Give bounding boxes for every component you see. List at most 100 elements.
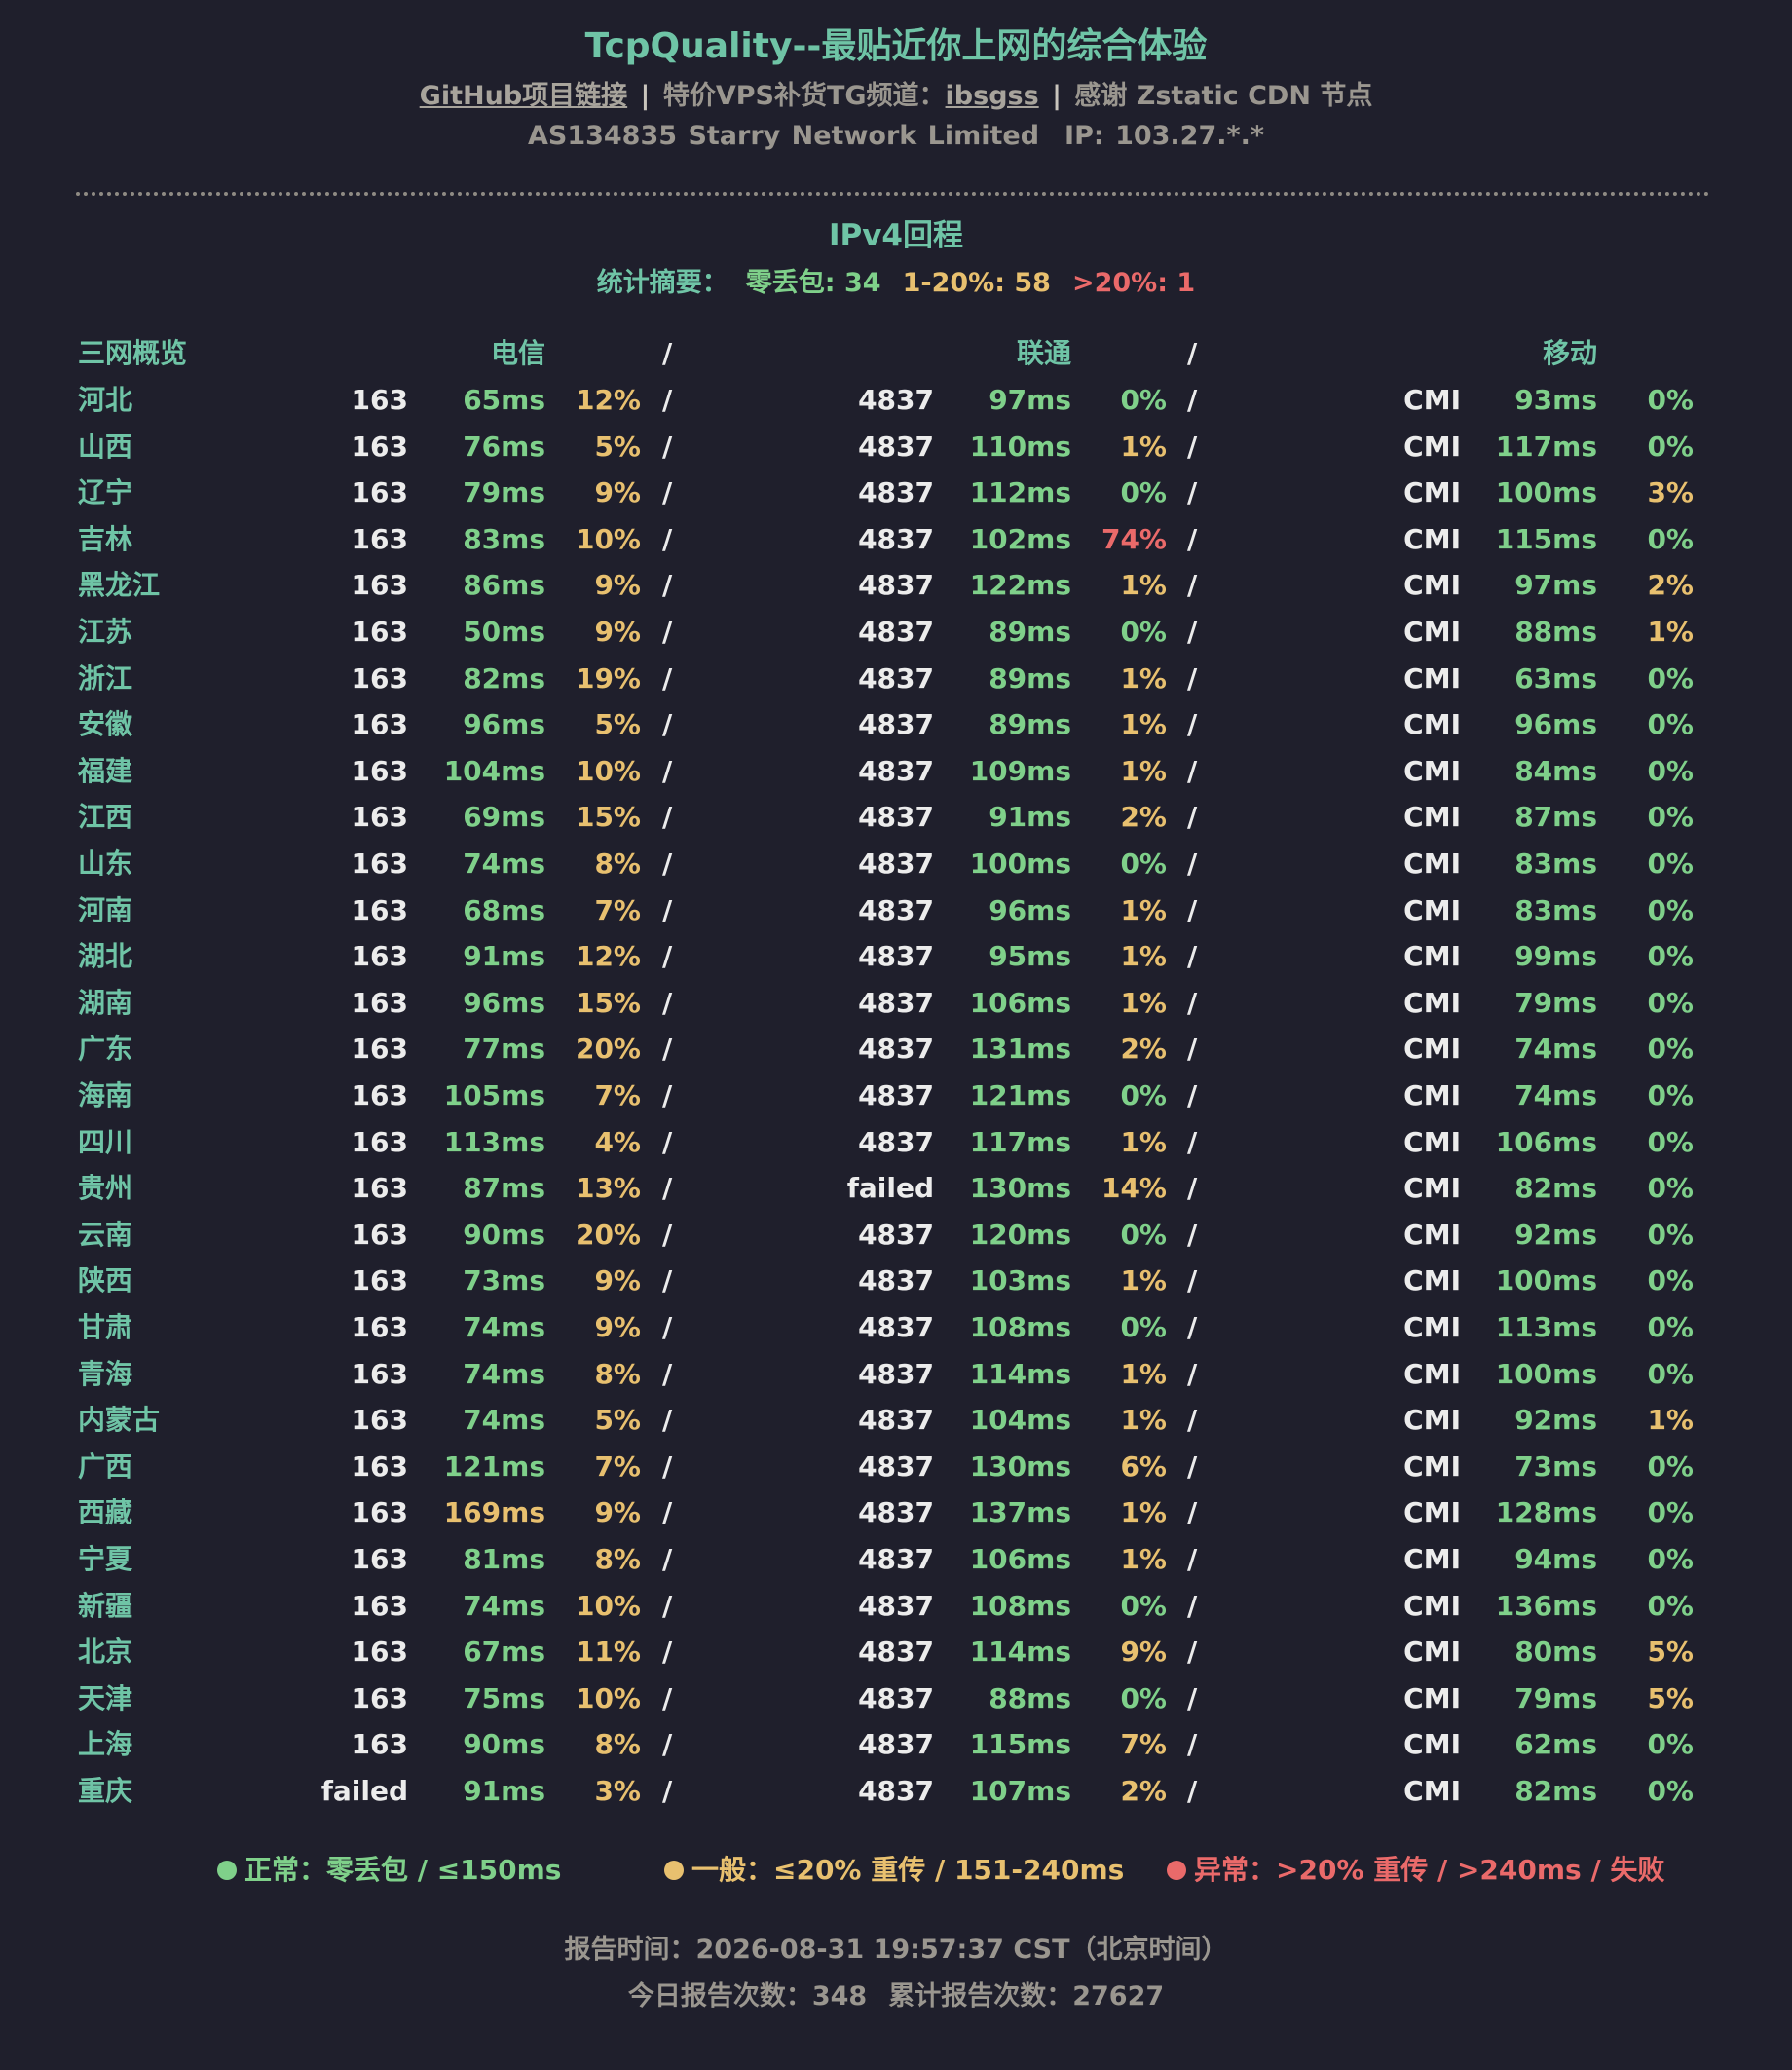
table-row: 河南 163 68ms 7% / 4837 96ms 1% / CMI 83ms 0%: [0, 888, 1792, 933]
unicom-asn-cell: 4837: [858, 847, 934, 880]
telecom-loss-cell: 10%: [575, 754, 641, 787]
slash-separator: /: [662, 1311, 673, 1343]
province-cell: 陕西: [78, 1264, 133, 1298]
mobile-loss-cell: 0%: [1647, 384, 1694, 416]
mobile-loss-cell: 0%: [1647, 1357, 1694, 1390]
unicom-asn-cell: 4837: [858, 1728, 934, 1761]
slash-separator: /: [1187, 1033, 1198, 1066]
mobile-loss-cell: 3%: [1647, 476, 1694, 509]
slash-separator: /: [1187, 1681, 1198, 1714]
telecom-latency-cell: 91ms: [463, 1775, 545, 1807]
unicom-loss-cell: 6%: [1120, 1449, 1167, 1483]
telecom-asn-cell: 163: [351, 1728, 408, 1761]
mobile-latency-cell: 87ms: [1514, 801, 1597, 834]
slash-separator: /: [662, 1775, 673, 1807]
summary-zero-loss: 零丢包: 34: [745, 268, 881, 298]
unicom-loss-cell: 0%: [1120, 1218, 1167, 1251]
slash-separator: /: [1187, 1449, 1198, 1483]
telecom-loss-cell: 4%: [594, 1125, 641, 1158]
unicom-latency-cell: 108ms: [969, 1311, 1071, 1343]
header-telecom: 电信: [490, 337, 545, 369]
province-cell: 云南: [78, 1218, 133, 1251]
table-row: 广西 163 121ms 7% / 4837 130ms 6% / CMI 73ms 0%: [0, 1445, 1792, 1489]
mobile-latency-cell: 100ms: [1495, 1264, 1597, 1298]
legend-bad-label: 异常：>20% 重传 / >240ms / 失败: [1194, 1854, 1665, 1886]
telecom-latency-cell: 90ms: [463, 1218, 545, 1251]
report-count: 今日报告次数：348 累计报告次数：27627: [0, 1975, 1792, 2013]
unicom-loss-cell: 0%: [1120, 476, 1167, 509]
telecom-latency-cell: 87ms: [463, 1172, 545, 1205]
unicom-asn-cell: 4837: [858, 1033, 934, 1066]
unicom-asn-cell: 4837: [858, 708, 934, 741]
province-cell: 河南: [78, 893, 133, 926]
tg-channel-link[interactable]: ibsgss: [946, 81, 1039, 111]
mobile-asn-cell: CMI: [1403, 384, 1461, 416]
unicom-loss-cell: 1%: [1120, 661, 1167, 695]
unicom-loss-cell: 0%: [1120, 1311, 1167, 1343]
mobile-latency-cell: 136ms: [1495, 1589, 1597, 1622]
mobile-latency-cell: 97ms: [1514, 569, 1597, 602]
province-cell: 黑龙江: [78, 569, 161, 602]
unicom-loss-cell: 1%: [1120, 1543, 1167, 1575]
mobile-asn-cell: CMI: [1403, 1033, 1461, 1066]
unicom-loss-cell: 0%: [1120, 616, 1167, 648]
mobile-asn-cell: CMI: [1403, 754, 1461, 787]
table-header: 三网概览 电信 / 联通 / 移动: [0, 331, 1792, 376]
slash-separator: /: [662, 569, 673, 602]
mobile-latency-cell: 113ms: [1495, 1311, 1597, 1343]
unicom-loss-cell: 14%: [1101, 1172, 1167, 1205]
unicom-latency-cell: 112ms: [969, 476, 1071, 509]
telecom-asn-cell: 163: [351, 754, 408, 787]
slash-separator: /: [662, 1357, 673, 1390]
unicom-asn-cell: 4837: [858, 1496, 934, 1529]
mobile-loss-cell: 0%: [1647, 1311, 1694, 1343]
province-cell: 河北: [78, 384, 133, 416]
slash-separator: /: [1187, 893, 1198, 926]
unicom-asn-cell: 4837: [858, 1543, 934, 1575]
table-row: 北京 163 67ms 11% / 4837 114ms 9% / CMI 80ms 5%: [0, 1630, 1792, 1675]
telecom-loss-cell: 8%: [594, 847, 641, 880]
slash-separator: /: [662, 1728, 673, 1761]
mobile-loss-cell: 0%: [1647, 801, 1694, 834]
mobile-asn-cell: CMI: [1403, 940, 1461, 973]
unicom-latency-cell: 109ms: [969, 754, 1071, 787]
telecom-latency-cell: 81ms: [463, 1543, 545, 1575]
province-cell: 北京: [78, 1636, 133, 1669]
province-cell: 四川: [78, 1125, 133, 1158]
telecom-loss-cell: 9%: [594, 1264, 641, 1298]
mobile-loss-cell: 0%: [1647, 1264, 1694, 1298]
mobile-latency-cell: 128ms: [1495, 1496, 1597, 1529]
slash-separator: /: [662, 708, 673, 741]
header-unicom: 联通: [1016, 337, 1071, 369]
mobile-asn-cell: CMI: [1403, 569, 1461, 602]
mobile-loss-cell: 0%: [1647, 1172, 1694, 1205]
table-row: 天津 163 75ms 10% / 4837 88ms 0% / CMI 79ms 5%: [0, 1676, 1792, 1721]
telecom-asn-cell: 163: [351, 476, 408, 509]
telecom-asn-cell: 163: [351, 1404, 408, 1437]
slash-separator: /: [1187, 1125, 1198, 1158]
unicom-loss-cell: 2%: [1120, 1775, 1167, 1807]
telecom-asn-cell: 163: [351, 1311, 408, 1343]
telecom-loss-cell: 15%: [575, 801, 641, 834]
unicom-latency-cell: 130ms: [969, 1449, 1071, 1483]
mobile-loss-cell: 0%: [1647, 1728, 1694, 1761]
unicom-asn-cell: 4837: [858, 569, 934, 602]
slash-separator: /: [662, 430, 673, 463]
telecom-asn-cell: 163: [351, 1449, 408, 1483]
slash-separator: /: [1187, 1636, 1198, 1669]
mobile-asn-cell: CMI: [1403, 1496, 1461, 1529]
mobile-asn-cell: CMI: [1403, 801, 1461, 834]
slash-separator: /: [662, 1033, 673, 1066]
province-cell: 上海: [78, 1728, 133, 1761]
unicom-latency-cell: 89ms: [989, 708, 1071, 741]
mobile-loss-cell: 0%: [1647, 522, 1694, 555]
telecom-asn-cell: 163: [351, 893, 408, 926]
province-cell: 新疆: [78, 1589, 133, 1622]
github-link[interactable]: GitHub项目链接: [420, 81, 627, 111]
slash-separator: /: [1187, 430, 1198, 463]
telecom-loss-cell: 12%: [575, 384, 641, 416]
mobile-latency-cell: 82ms: [1514, 1172, 1597, 1205]
unicom-latency-cell: 117ms: [969, 1125, 1071, 1158]
unicom-asn-cell: 4837: [858, 801, 934, 834]
slash-separator: /: [662, 1589, 673, 1622]
